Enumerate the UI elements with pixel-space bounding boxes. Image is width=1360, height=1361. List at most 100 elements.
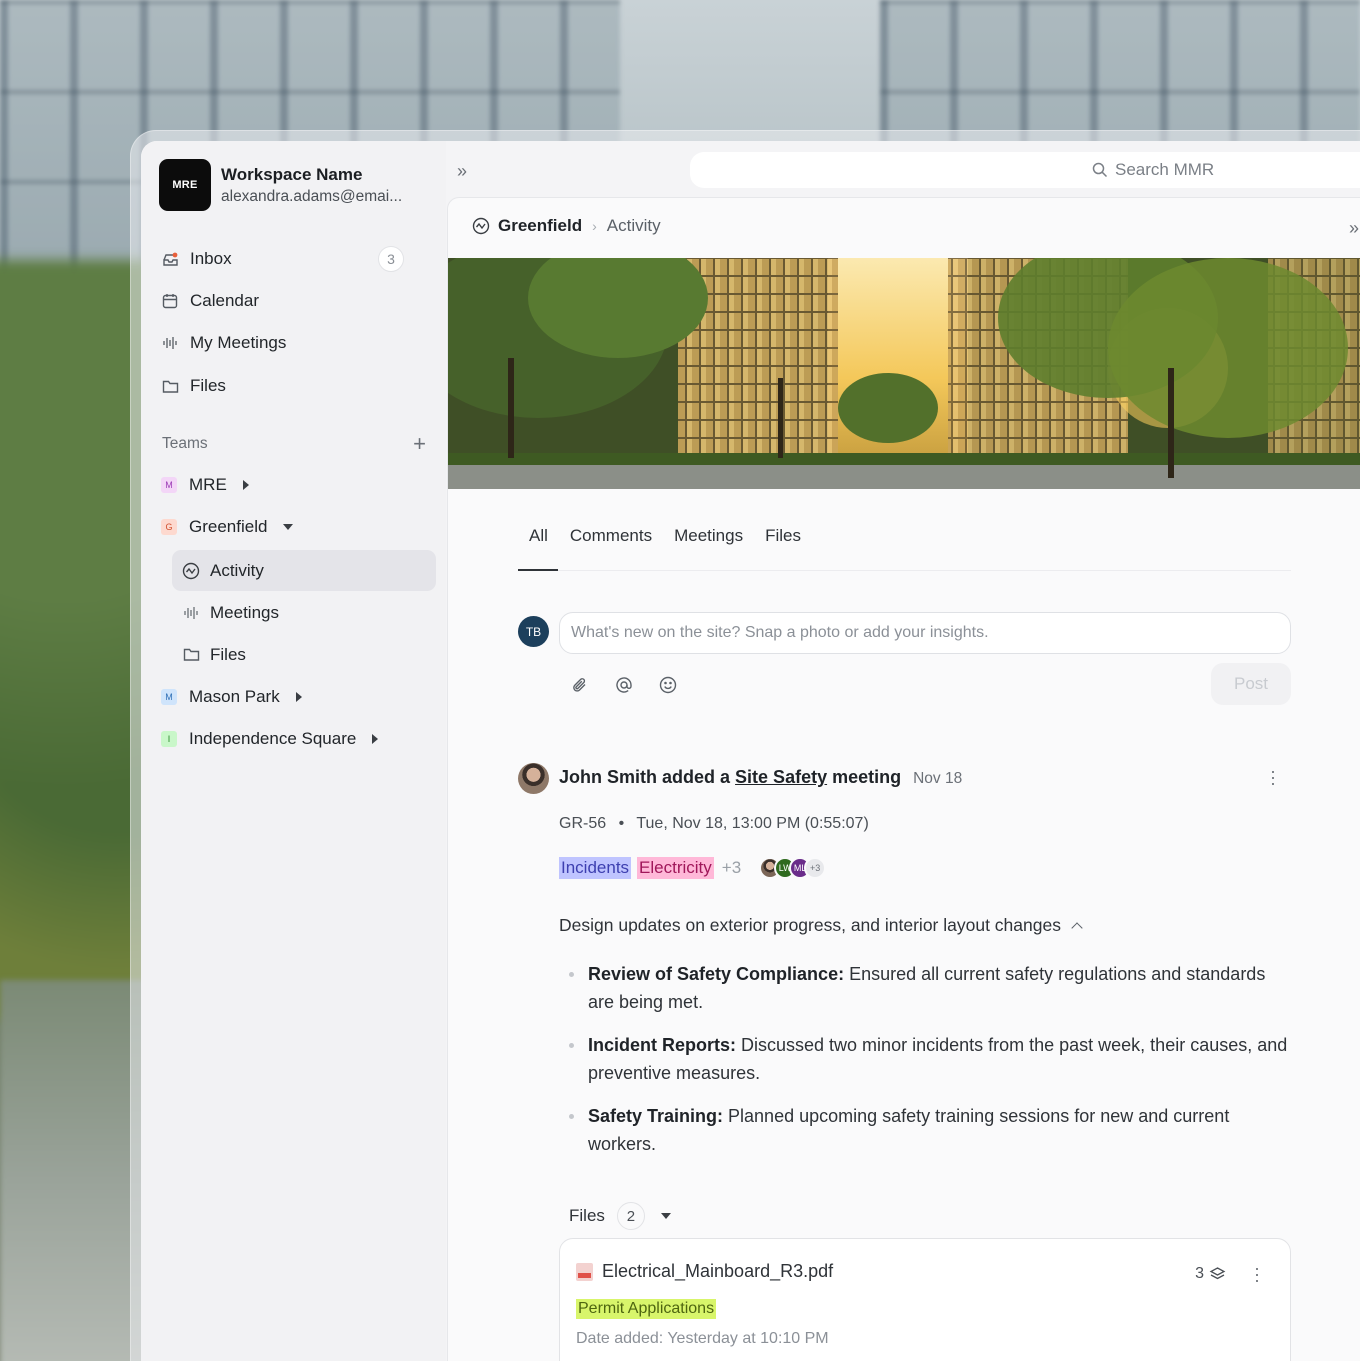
team-mason-park-avatar: M <box>161 689 177 705</box>
activity-icon <box>472 217 490 235</box>
team-mre[interactable]: M MRE <box>161 465 249 505</box>
meeting-time: Tue, Nov 18, 13:00 PM (0:55:07) <box>636 815 869 832</box>
meta-separator: • <box>618 815 625 832</box>
tags-more[interactable]: +3 <box>720 857 743 879</box>
caret-right-icon[interactable] <box>372 734 379 744</box>
current-user-avatar: TB <box>518 616 549 647</box>
mention-icon[interactable] <box>613 674 635 696</box>
meeting-meta: GR-56 • Tue, Nov 18, 13:00 PM (0:55:07) <box>559 815 869 833</box>
team-independence-square-label: Independence Square <box>189 729 357 748</box>
meeting-tags: Incidents Electricity +3 LW ML +3 <box>559 857 827 879</box>
attendees-more: +3 <box>804 857 827 879</box>
meeting-id: GR-56 <box>559 815 607 832</box>
sidebar: MRE Workspace Name alexandra.adams@emai.… <box>141 141 446 1361</box>
breadcrumb-project[interactable]: Greenfield <box>498 216 582 236</box>
file-date-added: Date added: Yesterday at 10:10 PM <box>576 1330 829 1347</box>
teams-section-header: Teams + <box>162 433 426 455</box>
emoji-icon[interactable] <box>657 674 679 696</box>
team-independence-square-avatar: I <box>161 731 177 747</box>
tabs-divider <box>518 570 1291 571</box>
file-name[interactable]: Electrical_Mainboard_R3.pdf <box>602 1261 833 1282</box>
search-placeholder: Search MMR <box>1115 160 1215 179</box>
nav-files[interactable]: Files <box>161 366 226 406</box>
workspace-switcher[interactable]: MRE Workspace Name alexandra.adams@emai.… <box>159 159 402 211</box>
team-mason-park[interactable]: M Mason Park <box>161 677 302 717</box>
files-label: Files <box>569 1206 605 1225</box>
team-mre-avatar: M <box>161 477 177 493</box>
folder-icon <box>182 646 200 664</box>
team-greenfield-avatar: G <box>161 519 177 535</box>
caret-down-icon[interactable] <box>283 524 294 530</box>
tab-files[interactable]: Files <box>765 524 801 548</box>
meeting-summary-text: Design updates on exterior progress, and… <box>559 915 1061 935</box>
activity-icon <box>182 562 200 580</box>
search-icon <box>1092 162 1108 178</box>
nav-my-meetings[interactable]: My Meetings <box>161 323 286 363</box>
nav-inbox[interactable]: Inbox 3 <box>161 239 426 279</box>
list-item: Safety Training: Planned upcoming safety… <box>568 1102 1288 1158</box>
tab-comments[interactable]: Comments <box>570 524 652 548</box>
avatar <box>518 763 549 794</box>
add-team-button[interactable]: + <box>413 433 426 455</box>
team-mason-park-label: Mason Park <box>189 687 280 706</box>
team-greenfield[interactable]: G Greenfield <box>161 507 294 547</box>
more-options-icon[interactable]: · · · <box>1268 762 1278 792</box>
teams-heading: Teams <box>162 435 208 452</box>
waveform-icon <box>182 604 200 622</box>
sidebar-item-files[interactable]: Files <box>172 634 436 675</box>
workspace-logo: MRE <box>159 159 211 211</box>
sidebar-item-meetings-label: Meetings <box>210 602 279 622</box>
workspace-email: alexandra.adams@emai... <box>221 187 403 205</box>
sidebar-item-activity[interactable]: Activity <box>172 550 436 591</box>
activity-tabs: All Comments Meetings Files <box>518 524 823 548</box>
team-independence-square[interactable]: I Independence Square <box>161 719 379 759</box>
active-tab-indicator <box>518 569 558 571</box>
file-card[interactable]: Electrical_Mainboard_R3.pdf 3 · · · Permit… <box>559 1238 1291 1361</box>
main-panel: Greenfield › Activity » All Comments Mee… <box>447 197 1360 1361</box>
caret-right-icon[interactable] <box>295 692 302 702</box>
files-section-toggle[interactable]: Files 2 <box>569 1202 671 1230</box>
activity-date: Nov 18 <box>913 770 963 787</box>
file-tag[interactable]: Permit Applications <box>576 1299 717 1319</box>
file-versions[interactable]: 3 <box>1195 1265 1226 1283</box>
composer-placeholder: What's new on the site? Snap a photo or … <box>571 624 989 641</box>
app-window: MRE Workspace Name alexandra.adams@emai.… <box>141 141 1360 1361</box>
caret-down-icon[interactable] <box>660 1213 671 1219</box>
pdf-file-icon <box>576 1262 593 1281</box>
list-item: Review of Safety Compliance: Ensured all… <box>568 960 1288 1016</box>
tab-all[interactable]: All <box>529 524 548 548</box>
list-item: Incident Reports: Discussed two minor in… <box>568 1031 1288 1087</box>
chevron-up-icon[interactable] <box>1071 921 1083 934</box>
file-version-count: 3 <box>1195 1265 1204 1282</box>
nav-inbox-label: Inbox <box>190 249 232 268</box>
search-input[interactable]: Search MMR <box>690 152 1360 188</box>
attachment-icon[interactable] <box>569 674 591 696</box>
inbox-icon <box>161 250 179 268</box>
expand-panel-icon[interactable]: » <box>1349 218 1359 239</box>
collapse-sidebar-icon[interactable]: » <box>457 161 467 182</box>
meeting-notes: Review of Safety Compliance: Ensured all… <box>568 960 1288 1173</box>
team-greenfield-label: Greenfield <box>189 517 268 536</box>
caret-right-icon[interactable] <box>242 480 249 490</box>
waveform-icon <box>161 334 179 352</box>
folder-icon <box>161 377 179 395</box>
post-button[interactable]: Post <box>1211 663 1291 705</box>
inbox-count-badge: 3 <box>378 246 404 272</box>
meeting-summary[interactable]: Design updates on exterior progress, and… <box>559 915 1083 936</box>
more-options-icon[interactable]: · · · <box>1252 1259 1262 1289</box>
team-mre-label: MRE <box>189 475 227 494</box>
nav-calendar[interactable]: Calendar <box>161 281 259 321</box>
post-composer-input[interactable]: What's new on the site? Snap a photo or … <box>559 612 1291 654</box>
meeting-link[interactable]: Site Safety <box>735 767 827 788</box>
file-title: Electrical_Mainboard_R3.pdf <box>576 1261 833 1282</box>
tag-electricity[interactable]: Electricity <box>637 857 714 879</box>
nav-calendar-label: Calendar <box>190 291 259 310</box>
breadcrumb-separator-icon: › <box>592 218 597 234</box>
breadcrumb-page: Activity <box>606 216 661 235</box>
tab-meetings[interactable]: Meetings <box>674 524 743 548</box>
activity-actor[interactable]: John Smith <box>559 767 657 788</box>
sidebar-item-meetings[interactable]: Meetings <box>172 592 436 633</box>
tag-incidents[interactable]: Incidents <box>559 857 632 879</box>
attendee-avatars[interactable]: LW ML +3 <box>759 857 827 879</box>
sidebar-item-activity-label: Activity <box>210 560 264 580</box>
